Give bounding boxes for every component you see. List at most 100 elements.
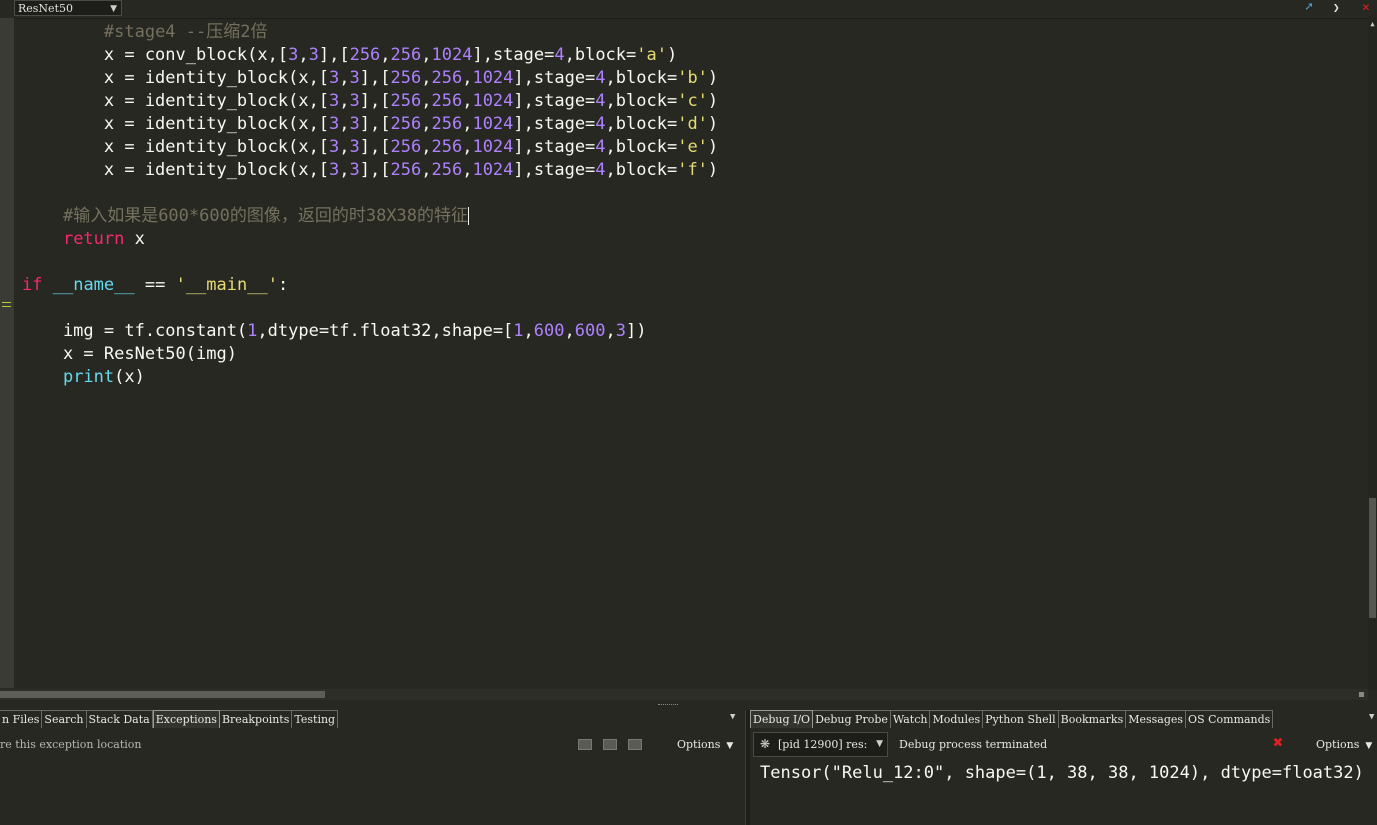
code-token: 600: [574, 321, 606, 341]
code-line[interactable]: x = identity_block(x,[3,3],[256,256,1024…: [22, 159, 718, 182]
code-line[interactable]: [22, 297, 718, 320]
code-token: 3: [615, 321, 626, 341]
tab-bookmarks[interactable]: Bookmarks: [1058, 710, 1127, 728]
code-line[interactable]: return x: [22, 228, 718, 251]
code-token: ,block=: [605, 114, 678, 134]
code-token: 1: [513, 321, 524, 341]
code-token: ,block=: [605, 68, 678, 88]
tab-debug-probe[interactable]: Debug Probe: [813, 710, 891, 728]
code-line[interactable]: #stage4 --压缩2倍: [22, 21, 718, 44]
code-token: 256: [431, 160, 463, 180]
code-token: ,: [339, 114, 350, 134]
tab-list-chevron-icon[interactable]: ▼: [1369, 712, 1374, 722]
tab-messages[interactable]: Messages: [1126, 710, 1187, 728]
tab-os-commands[interactable]: OS Commands: [1186, 710, 1274, 728]
vertical-scrollbar[interactable]: ▲: [1368, 18, 1377, 690]
scrollbar-thumb[interactable]: [1369, 498, 1376, 618]
code-token: print: [62, 367, 115, 387]
code-line[interactable]: print(x): [22, 366, 718, 389]
code-token: 1024: [472, 68, 514, 88]
left-tool-panel: n Files Search Stack Data Exceptions Breakpo…: [0, 710, 745, 825]
tab-search[interactable]: Search: [42, 710, 87, 728]
editor-gutter: [0, 18, 14, 688]
code-token: x = ResNet50(img): [22, 344, 237, 364]
code-line[interactable]: x = identity_block(x,[3,3],[256,256,1024…: [22, 113, 718, 136]
code-token: 256: [390, 137, 422, 157]
options-label: Options: [1316, 738, 1360, 751]
code-token: img = tf.constant(: [22, 321, 248, 341]
code-token: 1024: [472, 114, 514, 134]
code-token: 3: [329, 114, 340, 134]
splitter-grip[interactable]: [658, 704, 678, 707]
debug-io-panel: Debug I/O Debug Probe Watch Modules Python S…: [750, 710, 1377, 825]
code-token: 256: [390, 114, 422, 134]
panel-splitter[interactable]: [0, 701, 1377, 710]
debug-process-select[interactable]: ❋ [pid 12900] res: ▼: [753, 732, 888, 757]
code-token: __name__: [52, 275, 135, 295]
code-token: 256: [390, 45, 422, 65]
code-token: #stage4 --压缩2倍: [103, 22, 268, 42]
code-token: (x): [114, 367, 145, 387]
chevron-down-icon[interactable]: ❯: [1333, 0, 1340, 16]
tab-modules[interactable]: Modules: [930, 710, 984, 728]
debug-output-text[interactable]: Tensor("Relu_12:0", shape=(1, 38, 38, 10…: [760, 763, 1364, 783]
code-token: :: [277, 275, 289, 295]
toolbar-icon[interactable]: [628, 739, 642, 750]
code-line[interactable]: [22, 182, 718, 205]
clear-output-icon[interactable]: ✖: [1273, 734, 1283, 752]
code-editor[interactable]: #stage4 --压缩2倍 x = conv_block(x,[3,3],[2…: [22, 21, 718, 389]
bug-icon: ❋: [760, 737, 771, 751]
toolbar-icon[interactable]: [603, 739, 617, 750]
fold-marker-icon[interactable]: [2, 302, 11, 307]
horizontal-scrollbar[interactable]: [0, 689, 1368, 700]
code-line[interactable]: x = conv_block(x,[3,3],[256,256,1024],st…: [22, 44, 718, 67]
code-line[interactable]: x = ResNet50(img): [22, 343, 718, 366]
code-line[interactable]: #输入如果是600*600的图像，返回的时38X38的特征: [22, 205, 718, 228]
code-token: ],stage=: [513, 160, 596, 180]
code-token: x = identity_block(x,[: [22, 160, 330, 180]
code-token: ,: [462, 114, 473, 134]
code-token: 'a': [636, 45, 667, 65]
code-token: 4: [554, 45, 565, 65]
tab-testing[interactable]: Testing: [292, 710, 339, 728]
code-line[interactable]: x = identity_block(x,[3,3],[256,256,1024…: [22, 67, 718, 90]
options-label: Options: [677, 738, 721, 751]
tab-breakpoints[interactable]: Breakpoints: [219, 710, 293, 728]
goto-definition-icon[interactable]: ➚: [1305, 0, 1313, 16]
scrollbar-thumb[interactable]: [0, 691, 325, 698]
code-token: ,: [339, 91, 350, 111]
code-token: ,: [298, 45, 309, 65]
code-token: ],[: [318, 45, 350, 65]
tab-python-shell[interactable]: Python Shell: [983, 710, 1059, 728]
code-token: ): [666, 45, 678, 65]
code-line[interactable]: [22, 251, 718, 274]
code-token: ],[: [359, 68, 391, 88]
code-token: 3: [349, 114, 360, 134]
code-token: 256: [431, 137, 463, 157]
tab-n-files[interactable]: n Files: [0, 710, 43, 728]
scroll-up-icon[interactable]: ▲: [1368, 20, 1377, 28]
chevron-down-icon: ▼: [110, 4, 117, 14]
toolbar-icon[interactable]: [578, 739, 592, 750]
tab-exceptions[interactable]: Exceptions: [152, 710, 220, 728]
code-token: ,block=: [605, 137, 678, 157]
chevron-down-icon: ▼: [726, 741, 734, 751]
code-line[interactable]: img = tf.constant(1,dtype=tf.float32,sha…: [22, 320, 718, 343]
tab-debug-i-o[interactable]: Debug I/O: [750, 710, 814, 728]
close-icon[interactable]: ✕: [1362, 0, 1370, 16]
tab-watch[interactable]: Watch: [890, 710, 931, 728]
code-line[interactable]: if __name__ == '__main__':: [22, 274, 718, 297]
options-menu[interactable]: Options ▼: [1316, 738, 1372, 751]
code-token: ): [707, 68, 719, 88]
tab-stack-data[interactable]: Stack Data: [86, 710, 153, 728]
tab-list-chevron-icon[interactable]: ▼: [730, 712, 735, 722]
code-token: ],stage=: [513, 137, 596, 157]
options-menu[interactable]: Options ▼: [677, 738, 733, 751]
code-line[interactable]: x = identity_block(x,[3,3],[256,256,1024…: [22, 90, 718, 113]
code-line[interactable]: x = identity_block(x,[3,3],[256,256,1024…: [22, 136, 718, 159]
scope-dropdown[interactable]: ResNet50 ▼: [14, 0, 122, 16]
code-token: 4: [595, 160, 606, 180]
code-token: ,: [462, 160, 473, 180]
